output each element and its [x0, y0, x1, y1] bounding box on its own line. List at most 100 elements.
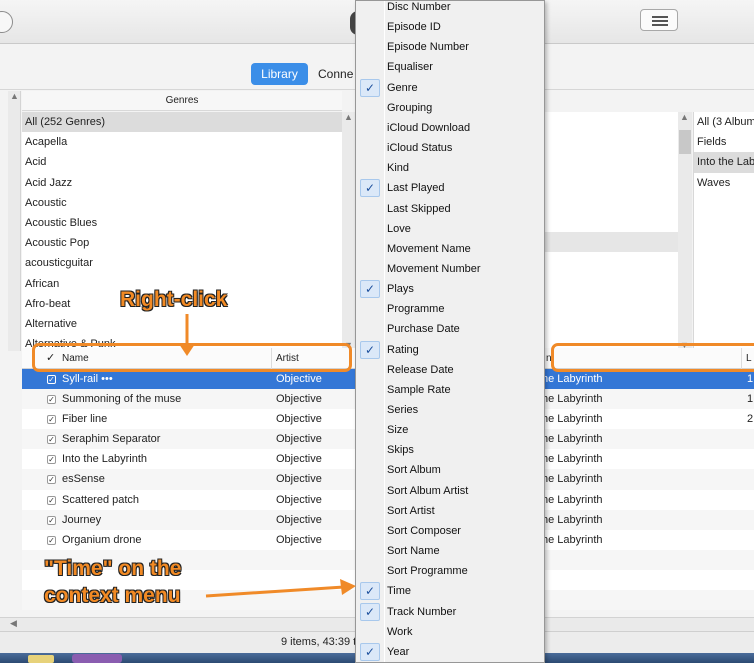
track-album: he Labyrinth — [542, 393, 603, 406]
track-name: Into the Labyrinth — [62, 453, 148, 466]
menu-item-release-date[interactable]: Release Date — [356, 360, 544, 380]
genre-item[interactable]: Acid Jazz — [22, 173, 342, 193]
list-view-button[interactable] — [640, 9, 678, 31]
row-checkbox[interactable]: ✓ — [47, 535, 56, 545]
taskbar-folder-icon[interactable] — [28, 655, 54, 663]
menu-item-kind[interactable]: Kind — [356, 158, 544, 178]
scroll-left-icon[interactable]: ◀ — [10, 618, 17, 629]
taskbar-app-icon[interactable] — [72, 654, 122, 663]
genre-item[interactable]: acousticguitar — [22, 253, 342, 273]
menu-item-plays[interactable]: ✓ Plays — [356, 279, 544, 299]
row-checkbox[interactable]: ✓ — [47, 395, 56, 405]
menu-item-sort-album[interactable]: Sort Album — [356, 460, 544, 480]
checkmark-icon: ✓ — [360, 582, 380, 601]
left-scrollbar[interactable]: ▲ — [8, 91, 21, 351]
menu-item-purchase-date[interactable]: Purchase Date — [356, 319, 544, 339]
menu-item-programme[interactable]: Programme — [356, 299, 544, 319]
menu-item-last-played[interactable]: ✓ Last Played — [356, 178, 544, 198]
menu-item-label: Sort Programme — [387, 565, 468, 578]
albums-scrollbar[interactable]: ▲ ▼ — [678, 112, 692, 350]
scroll-up-icon[interactable]: ▲ — [344, 112, 353, 122]
annotation-time-line2: context menu — [44, 584, 181, 607]
genres-scrollbar[interactable]: ▲ ▼ — [342, 112, 355, 350]
menu-item-label: Movement Name — [387, 242, 471, 255]
menu-item-label: Genre — [387, 81, 418, 94]
album-item[interactable]: Waves — [694, 173, 754, 193]
menu-item-movement-name[interactable]: Movement Name — [356, 239, 544, 259]
genre-item[interactable]: Acid — [22, 152, 342, 172]
menu-item-label: Size — [387, 424, 409, 437]
scroll-up-icon[interactable]: ▲ — [10, 91, 19, 101]
genre-item[interactable]: Acoustic Pop — [22, 233, 342, 253]
row-checkbox[interactable]: ✓ — [47, 455, 56, 465]
row-checkbox[interactable]: ✓ — [47, 435, 56, 445]
track-artist: Objective — [276, 393, 322, 406]
menu-item-movement-number[interactable]: Movement Number — [356, 259, 544, 279]
track-artist: Objective — [276, 533, 322, 546]
menu-item-love[interactable]: Love — [356, 219, 544, 239]
track-album: he Labyrinth — [542, 513, 603, 526]
track-name: Scattered patch — [62, 493, 140, 506]
menu-item-last-skipped[interactable]: Last Skipped — [356, 199, 544, 219]
menu-item-equaliser[interactable]: Equaliser — [356, 57, 544, 77]
scroll-up-icon[interactable]: ▲ — [680, 112, 689, 122]
track-name: Summoning of the muse — [62, 393, 182, 406]
menu-item-rating[interactable]: ✓ Rating — [356, 340, 544, 360]
menu-item-sort-programme[interactable]: Sort Programme — [356, 561, 544, 581]
track-artist: Objective — [276, 373, 322, 385]
menu-item-icloud-status[interactable]: iCloud Status — [356, 138, 544, 158]
menu-item-time[interactable]: ✓ Time — [356, 581, 544, 601]
menu-item-year[interactable]: ✓ Year — [356, 642, 544, 662]
menu-item-disc-number[interactable]: Disc Number — [356, 0, 544, 17]
track-number: 2 — [747, 413, 754, 426]
album-item[interactable]: Fields — [694, 132, 754, 152]
menu-item-label: Sample Rate — [387, 383, 451, 396]
menu-item-label: Skips — [387, 444, 414, 457]
genres-column-header[interactable]: Genres — [22, 91, 342, 111]
menu-item-label: Movement Number — [387, 262, 481, 275]
menu-item-grouping[interactable]: Grouping — [356, 98, 544, 118]
menu-item-episode-number[interactable]: Episode Number — [356, 37, 544, 57]
genre-item[interactable]: All (252 Genres) — [22, 112, 342, 133]
menu-item-label: Rating — [387, 343, 419, 356]
row-checkbox[interactable]: ✓ — [47, 415, 56, 425]
menu-item-track-number[interactable]: ✓ Track Number — [356, 602, 544, 622]
row-checkbox[interactable]: ✓ — [47, 495, 56, 505]
track-number: 1 — [747, 373, 754, 385]
status-text: 9 items, 43:39 t — [281, 636, 357, 648]
menu-item-work[interactable]: Work — [356, 622, 544, 642]
menu-item-sort-name[interactable]: Sort Name — [356, 541, 544, 561]
menu-item-sort-composer[interactable]: Sort Composer — [356, 521, 544, 541]
menu-item-label: Last Played — [387, 182, 445, 195]
row-checkbox[interactable]: ✓ — [47, 375, 56, 384]
menu-item-label: iCloud Status — [387, 142, 453, 155]
menu-item-episode-id[interactable]: Episode ID — [356, 17, 544, 37]
menu-item-size[interactable]: Size — [356, 420, 544, 440]
menu-item-label: Episode ID — [387, 21, 441, 34]
menu-item-label: Sort Album — [387, 464, 441, 477]
menu-item-skips[interactable]: Skips — [356, 440, 544, 460]
genre-item[interactable]: Acapella — [22, 132, 342, 152]
menu-item-label: Disc Number — [387, 1, 451, 13]
menu-item-label: Year — [387, 645, 410, 658]
menu-item-sort-album-artist[interactable]: Sort Album Artist — [356, 481, 544, 501]
artist-selected-row[interactable] — [545, 232, 678, 252]
genre-item[interactable]: Acoustic — [22, 193, 342, 213]
tab-connect[interactable]: Conne — [318, 63, 353, 85]
row-checkbox[interactable]: ✓ — [47, 515, 56, 525]
album-item[interactable]: All (3 Albums) — [694, 112, 754, 132]
menu-item-series[interactable]: Series — [356, 400, 544, 420]
menu-item-sort-artist[interactable]: Sort Artist — [356, 501, 544, 521]
genre-item[interactable]: Acoustic Blues — [22, 213, 342, 233]
scroll-thumb[interactable] — [679, 130, 691, 154]
track-number: 1 — [747, 393, 754, 406]
menu-item-icloud-download[interactable]: iCloud Download — [356, 118, 544, 138]
annotation-time: "Time" on the context menu — [44, 555, 181, 609]
tab-library[interactable]: Library — [251, 63, 308, 85]
checkmark-icon: ✓ — [360, 602, 380, 621]
row-checkbox[interactable]: ✓ — [47, 475, 56, 485]
menu-item-label: Last Skipped — [387, 202, 451, 215]
album-item[interactable]: Into the Labyrinth — [694, 152, 754, 173]
menu-item-genre[interactable]: ✓ Genre — [356, 78, 544, 98]
menu-item-sample-rate[interactable]: Sample Rate — [356, 380, 544, 400]
